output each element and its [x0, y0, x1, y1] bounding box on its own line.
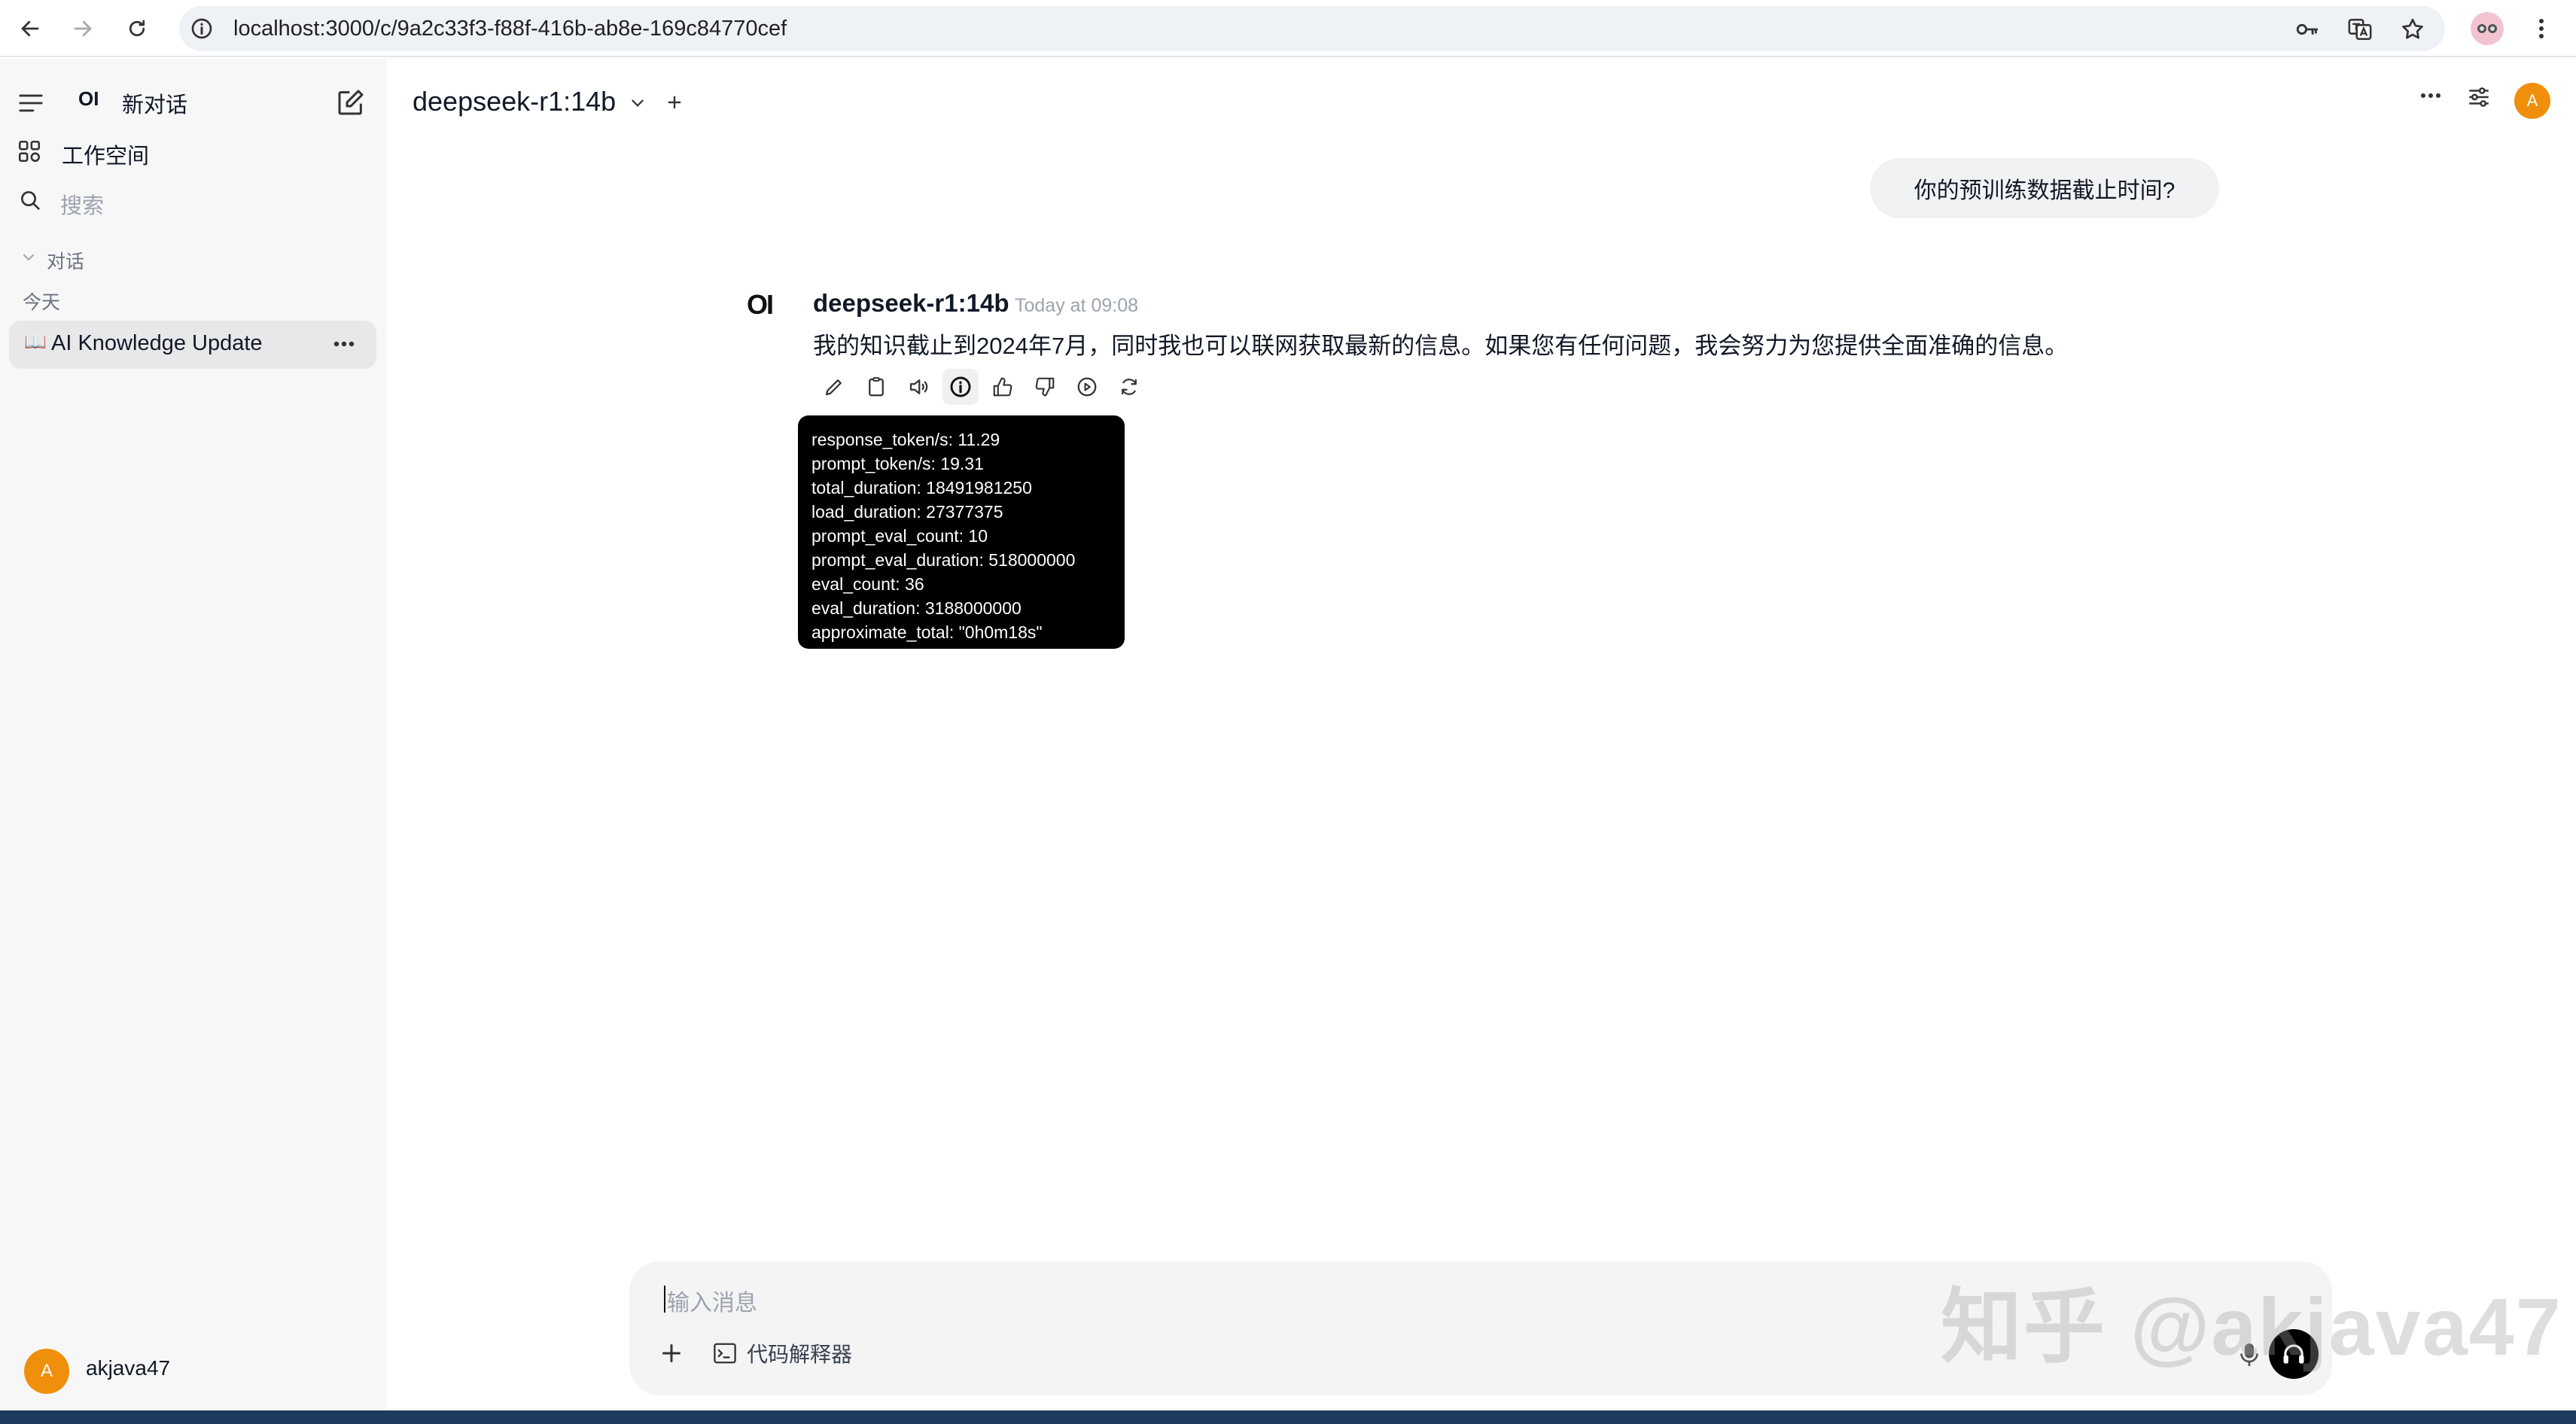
sidebar-toggle-icon[interactable]	[18, 92, 44, 114]
tooltip-line: load_duration: 27377375	[811, 502, 1003, 522]
header-avatar[interactable]: A	[2514, 83, 2550, 119]
tooltip-line: eval_count: 36	[811, 574, 924, 594]
thumbs-down-icon[interactable]	[1027, 369, 1063, 405]
user-avatar[interactable]: A	[24, 1349, 69, 1394]
assistant-logo: OI	[747, 289, 774, 320]
forward-icon[interactable]	[66, 12, 99, 45]
attach-plus-icon[interactable]	[655, 1337, 688, 1370]
translate-icon[interactable]	[2347, 17, 2373, 42]
watermark: 知乎 @akjava47	[1941, 1281, 2562, 1372]
menu-icon[interactable]	[2526, 12, 2556, 45]
chat-title[interactable]: AI Knowledge Update	[51, 331, 263, 356]
section-chats[interactable]: 对话	[47, 247, 84, 274]
chat-list-item[interactable]: 📖 AI Knowledge Update	[9, 321, 376, 369]
tooltip-line: response_token/s: 11.29	[811, 430, 1000, 449]
reload-icon[interactable]	[120, 12, 154, 45]
code-interpreter-button[interactable]: 代码解释器	[712, 1337, 852, 1370]
browser-toolbar: localhost:3000/c/9a2c33f3-f88f-416b-ab8e…	[0, 0, 2576, 57]
assistant-name: deepseek-r1:14b	[813, 289, 1009, 317]
tooltip-line: prompt_token/s: 19.31	[811, 454, 984, 473]
search-icon[interactable]	[18, 188, 42, 212]
user-message-bubble: 你的预训练数据截止时间?	[1870, 158, 2219, 218]
tooltip-line: approximate_total: "0h0m18s"	[811, 622, 1043, 642]
chat-main: deepseek-r1:14b A 你的预训练数据截止时间? OI deepse…	[387, 59, 2576, 1410]
chat-options-icon[interactable]	[333, 340, 355, 348]
tooltip-line: prompt_eval_duration: 518000000	[811, 550, 1076, 570]
edit-pencil-icon[interactable]	[816, 369, 852, 405]
message-input[interactable]: 输入消息	[667, 1284, 757, 1317]
star-icon[interactable]	[2400, 17, 2425, 42]
profile-icon[interactable]	[2471, 12, 2504, 45]
generation-info-tooltip: response_token/s: 11.29 prompt_token/s: …	[798, 415, 1125, 649]
generation-info-icon[interactable]	[942, 369, 979, 405]
chevron-down-icon[interactable]	[21, 250, 36, 265]
sidebar: OI 新对话 工作空间 搜索 对话 今天 📖 AI Knowledge Upda…	[0, 59, 387, 1410]
chevron-down-icon[interactable]	[629, 95, 646, 111]
key-icon[interactable]	[2294, 17, 2320, 42]
tooltip-line: eval_duration: 3188000000	[811, 598, 1022, 618]
book-icon: 📖	[24, 332, 47, 352]
regenerate-icon[interactable]	[1111, 369, 1147, 405]
search-input[interactable]: 搜索	[60, 188, 104, 220]
workspace-link[interactable]: 工作空间	[62, 138, 149, 170]
model-selector[interactable]: deepseek-r1:14b	[413, 86, 616, 117]
thumbs-up-icon[interactable]	[985, 369, 1021, 405]
site-info-icon[interactable]	[190, 17, 214, 41]
assistant-message: 我的知识截止到2024年7月，同时我也可以联网获取最新的信息。如果您有任何问题，…	[813, 333, 2069, 359]
tooltip-line: total_duration: 18491981250	[811, 478, 1032, 497]
read-aloud-speaker-icon[interactable]	[900, 369, 936, 405]
user-name[interactable]: akjava47	[86, 1356, 170, 1380]
code-interpreter-label: 代码解释器	[747, 1343, 853, 1366]
continue-play-icon[interactable]	[1069, 369, 1105, 405]
new-chat-label[interactable]: 新对话	[122, 87, 187, 119]
back-icon[interactable]	[14, 12, 47, 45]
address-bar[interactable]: localhost:3000/c/9a2c33f3-f88f-416b-ab8e…	[179, 6, 2445, 51]
terminal-icon	[712, 1342, 738, 1365]
app-logo: OI	[78, 87, 99, 110]
new-chat-edit-icon[interactable]	[336, 87, 366, 117]
text-caret	[664, 1286, 665, 1313]
copy-clipboard-icon[interactable]	[858, 369, 894, 405]
workspace-grid-icon[interactable]	[17, 138, 42, 164]
message-timestamp: Today at 09:08	[1015, 295, 1139, 316]
group-today: 今天	[23, 292, 61, 313]
add-model-icon[interactable]	[665, 93, 684, 111]
more-options-icon[interactable]	[2419, 92, 2442, 99]
url-text[interactable]: localhost:3000/c/9a2c33f3-f88f-416b-ab8e…	[233, 17, 787, 41]
controls-sliders-icon[interactable]	[2466, 84, 2492, 110]
desktop-strip	[0, 1410, 2576, 1424]
tooltip-line: prompt_eval_count: 10	[811, 526, 988, 546]
